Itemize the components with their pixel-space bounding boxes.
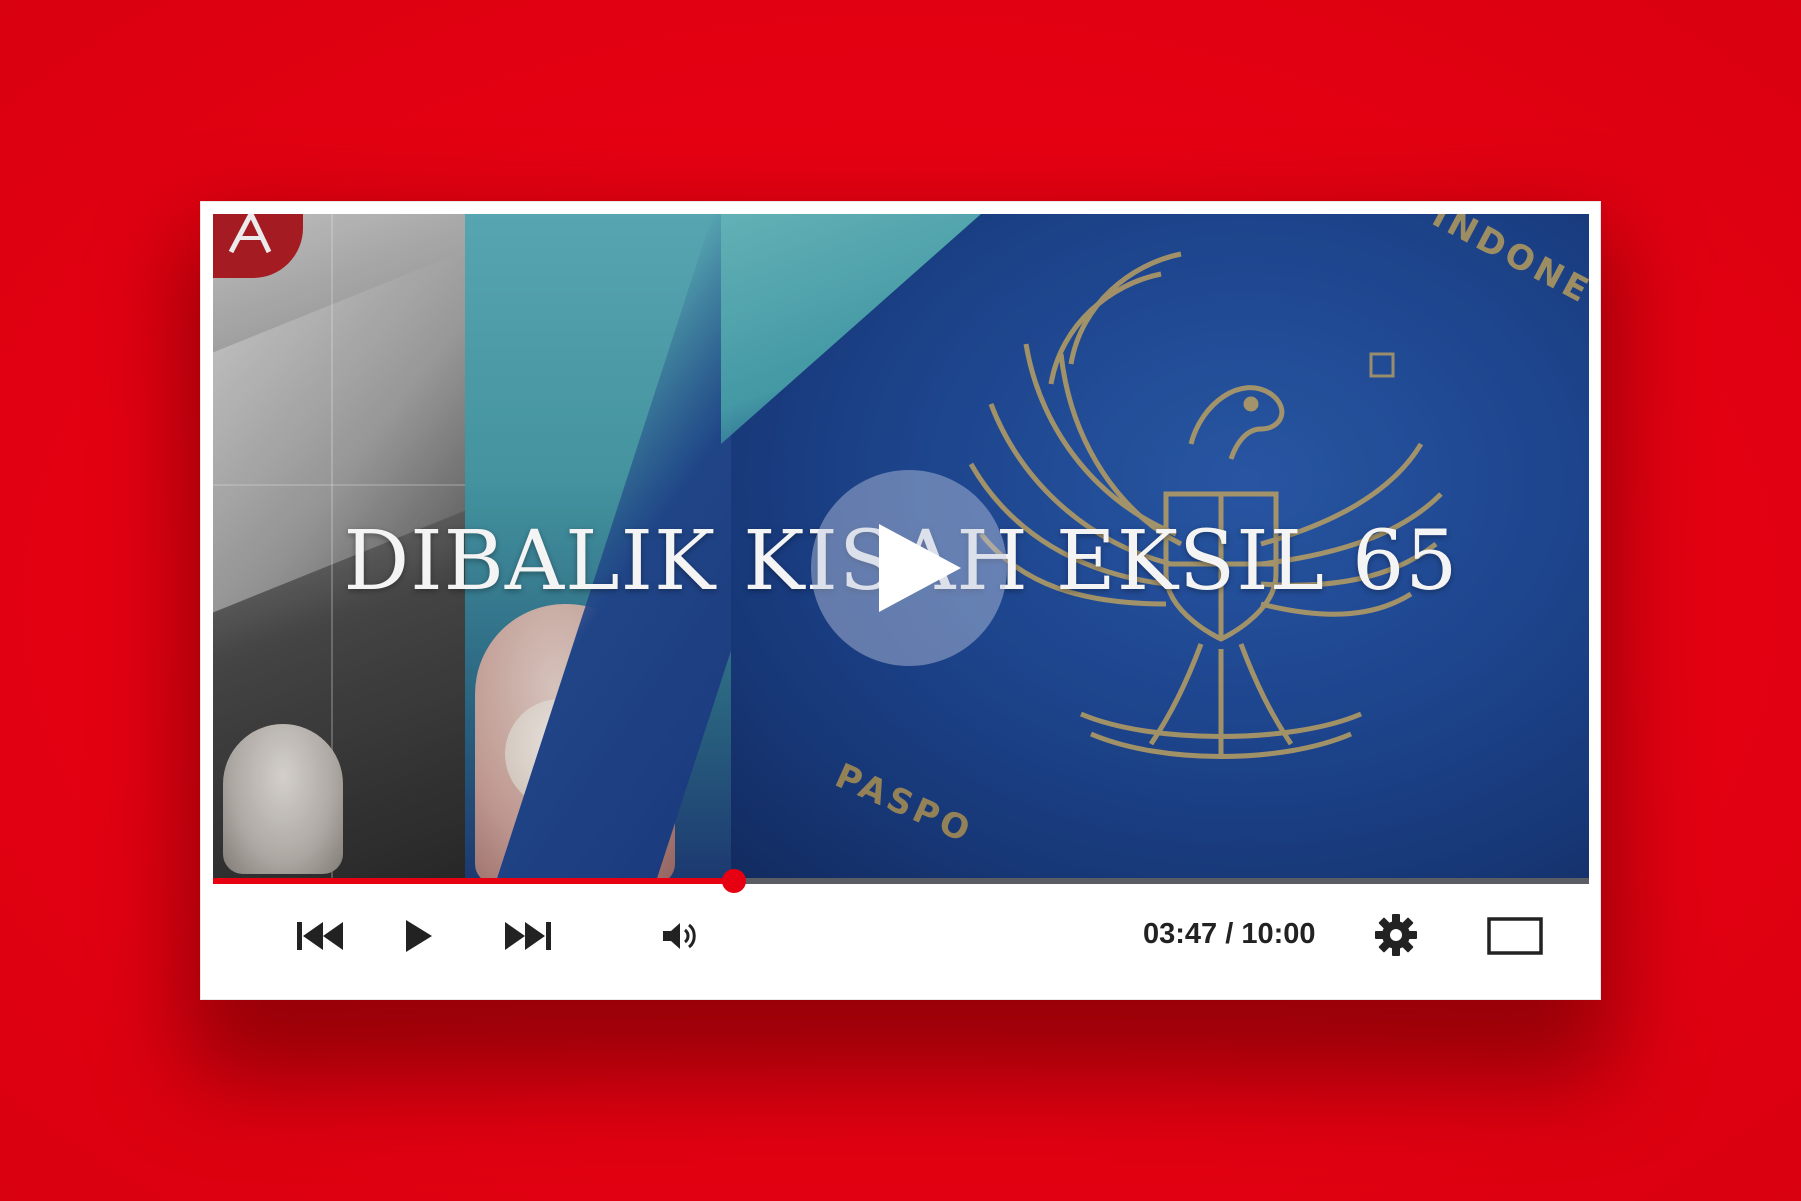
gear-icon [1375, 914, 1417, 956]
time-display: 03:47 / 10:00 [1143, 918, 1316, 950]
previous-button[interactable] [295, 916, 345, 956]
settings-button[interactable] [1373, 912, 1419, 958]
video-viewport[interactable]: INDONE PASPO DIBALIK KISAH EKSIL 65 [213, 214, 1589, 878]
big-play-button[interactable] [811, 470, 1007, 666]
play-icon [879, 524, 961, 612]
video-player: INDONE PASPO DIBALIK KISAH EKSIL 65 [200, 201, 1601, 1000]
skip-next-icon [505, 922, 551, 950]
volume-icon [663, 923, 696, 949]
control-bar: 03:47 / 10:00 [213, 884, 1589, 988]
volume-button[interactable] [661, 916, 701, 956]
play-button[interactable] [401, 914, 437, 958]
fullscreen-button[interactable] [1487, 916, 1543, 956]
skip-previous-icon [297, 922, 343, 950]
fullscreen-icon [1487, 917, 1543, 955]
next-button[interactable] [503, 916, 553, 956]
play-icon [406, 920, 432, 952]
